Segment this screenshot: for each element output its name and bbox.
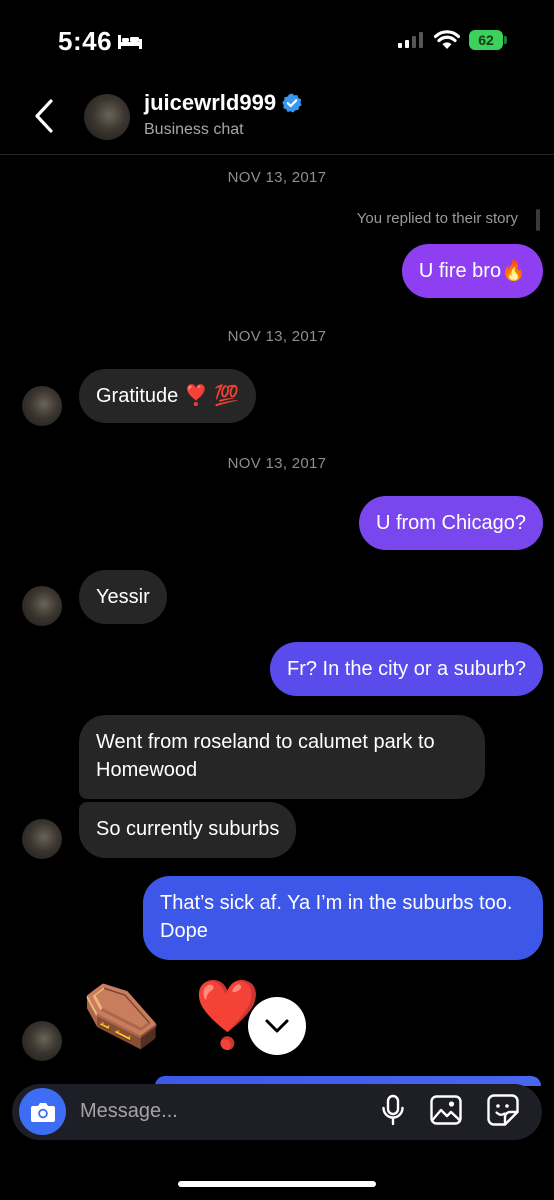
message-bubble-outgoing[interactable]: U fire bro🔥 xyxy=(401,244,543,298)
sender-avatar[interactable] xyxy=(22,1021,62,1061)
message-bubble-outgoing[interactable]: That’s sick af. Ya I’m in the suburbs to… xyxy=(143,876,543,960)
microphone-icon xyxy=(382,1094,404,1126)
date-separator: NOV 13, 2017 xyxy=(227,455,327,472)
sticker-button[interactable] xyxy=(486,1093,520,1127)
sender-avatar[interactable] xyxy=(22,586,62,626)
voice-message-button[interactable] xyxy=(376,1093,410,1127)
sender-avatar[interactable] xyxy=(22,386,62,426)
battery-level: 62 xyxy=(478,32,494,48)
chevron-down-icon xyxy=(265,1019,289,1033)
sticker-icon xyxy=(487,1094,519,1126)
sleep-focus-icon xyxy=(118,35,142,49)
message-bubble-incoming[interactable]: Yessir xyxy=(79,570,167,624)
story-reply-bar xyxy=(536,209,540,231)
battery-indicator: 62 xyxy=(469,30,509,52)
message-bubble-incoming[interactable]: Went from roseland to calumet park to Ho… xyxy=(79,715,485,799)
chat-username[interactable]: juicewrld999 xyxy=(144,90,302,116)
camera-icon xyxy=(30,1102,55,1122)
camera-button[interactable] xyxy=(19,1088,66,1135)
story-reply-note: You replied to their story xyxy=(356,210,518,227)
message-bubble-outgoing[interactable]: Fr? In the city or a suburb? xyxy=(269,642,543,696)
message-bubble-incoming[interactable]: So currently suburbs xyxy=(79,802,297,858)
wifi-icon xyxy=(434,30,460,49)
header-avatar[interactable] xyxy=(84,94,130,140)
header-divider xyxy=(0,154,554,155)
message-bubble-outgoing[interactable]: U from Chicago? xyxy=(358,496,543,550)
verified-badge-icon xyxy=(282,93,302,113)
emoji-message[interactable]: ⚰️ ❣️ xyxy=(82,975,271,1055)
home-indicator[interactable] xyxy=(178,1181,376,1187)
message-input[interactable] xyxy=(80,1096,360,1126)
cellular-signal-icon xyxy=(398,32,423,48)
status-time: 5:46 xyxy=(58,26,113,56)
sender-avatar[interactable] xyxy=(22,819,62,859)
date-separator: NOV 13, 2017 xyxy=(227,169,327,186)
username-text: juicewrld999 xyxy=(144,90,277,115)
gallery-button[interactable] xyxy=(429,1093,463,1127)
date-separator: NOV 13, 2017 xyxy=(227,328,327,345)
image-gallery-icon xyxy=(430,1095,462,1125)
back-chevron-icon[interactable] xyxy=(32,98,56,134)
chat-subtitle: Business chat xyxy=(144,121,244,138)
scroll-to-bottom-button[interactable] xyxy=(248,997,306,1055)
message-bubble-incoming[interactable]: Gratitude ❣️ 💯 xyxy=(79,369,257,423)
